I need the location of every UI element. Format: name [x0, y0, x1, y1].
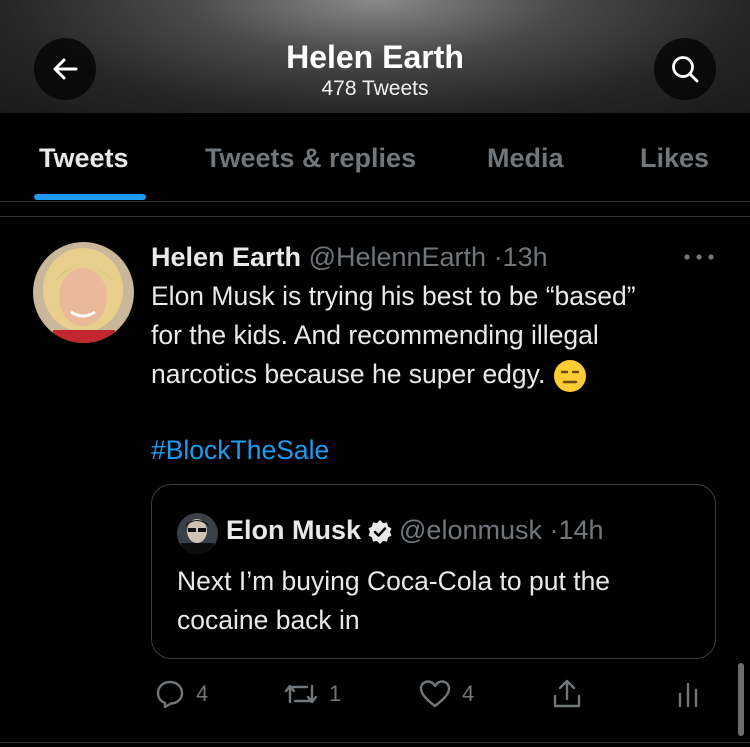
- quoted-time: 14h: [558, 515, 604, 545]
- quoted-author-name: Elon Musk: [226, 515, 362, 545]
- divider: [0, 742, 750, 743]
- share-button[interactable]: [552, 678, 582, 710]
- reply-icon: [156, 680, 184, 709]
- divider: [0, 216, 750, 217]
- tweet-text-line: for the kids. And recommending illegal: [151, 320, 599, 350]
- like-button[interactable]: 4: [418, 678, 474, 710]
- profile-tabs: Tweets Tweets & replies Media Likes: [0, 113, 750, 202]
- quoted-tweet-header: Elon Musk @elonmusk ·14h: [226, 513, 604, 547]
- retweet-icon: [284, 684, 318, 704]
- tweet-header: Helen Earth @HelennEarth ·13h: [151, 240, 548, 274]
- tweet-separator: ·: [493, 242, 503, 272]
- quoted-tweet-text: Next I’m buying Coca-Cola to put the coc…: [177, 562, 697, 640]
- reply-count: 4: [196, 681, 209, 706]
- retweet-count: 1: [329, 681, 342, 706]
- profile-name-title: Helen Earth: [286, 39, 464, 75]
- tab-likes[interactable]: Likes: [640, 141, 709, 175]
- quoted-tweet[interactable]: Elon Musk @elonmusk ·14h Next I’m buying…: [151, 484, 716, 659]
- quoted-author-handle: @elonmusk: [399, 515, 542, 545]
- more-horizontal-icon: [684, 254, 714, 260]
- quoted-text-line: Next I’m buying Coca-Cola to put the: [177, 566, 611, 596]
- profile-header: Helen Earth 478 Tweets: [0, 0, 750, 113]
- analytics-icon: [678, 682, 698, 708]
- tweet-text-line: Elon Musk is trying his best to be “base…: [151, 281, 636, 311]
- tweet-text-line: narcotics because he super edgy.: [151, 355, 711, 394]
- more-options-button[interactable]: [682, 250, 716, 268]
- reply-button[interactable]: 4: [154, 678, 208, 710]
- tab-tweets[interactable]: Tweets: [39, 141, 129, 175]
- analytics-button[interactable]: [676, 678, 700, 710]
- heart-icon: [419, 680, 451, 708]
- quoted-avatar-photo-icon: [177, 513, 218, 554]
- share-icon: [553, 679, 581, 708]
- verified-badge-icon: [368, 519, 392, 544]
- tab-tweets-and-replies[interactable]: Tweets & replies: [205, 141, 416, 175]
- retweet-button[interactable]: 1: [283, 678, 341, 710]
- active-tab-indicator: [34, 194, 146, 200]
- hashtag-link[interactable]: #BlockTheSale: [151, 431, 329, 470]
- tweet-count: 478 Tweets: [321, 77, 429, 100]
- tab-media[interactable]: Media: [487, 141, 564, 175]
- tweet-text: Elon Musk is trying his best to be “base…: [151, 277, 711, 394]
- like-count: 4: [462, 681, 475, 706]
- tweet-time[interactable]: 13h: [503, 242, 548, 272]
- scrollbar[interactable]: [738, 663, 744, 736]
- quoted-text-line: cocaine back in: [177, 605, 360, 635]
- quoted-avatar: [177, 513, 218, 554]
- avatar-photo-icon: [33, 242, 134, 343]
- search-button[interactable]: [654, 38, 716, 100]
- expressionless-face-icon: [554, 360, 587, 392]
- tweet-author-handle[interactable]: @HelennEarth: [309, 242, 487, 272]
- tweet-text-line-content: narcotics because he super edgy.: [151, 359, 546, 389]
- quoted-separator: ·: [549, 515, 559, 545]
- tweet-author-name[interactable]: Helen Earth: [151, 242, 301, 272]
- search-icon: [672, 56, 699, 83]
- avatar[interactable]: [33, 242, 134, 343]
